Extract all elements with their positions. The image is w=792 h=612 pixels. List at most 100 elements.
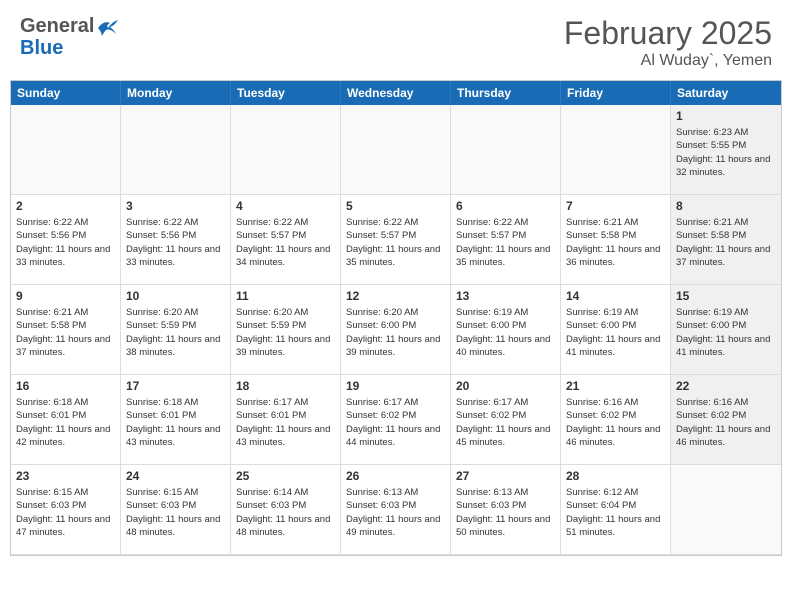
- calendar-cell: 7 Sunrise: 6:21 AM Sunset: 5:58 PM Daylig…: [561, 195, 671, 285]
- day-info: Sunrise: 6:21 AM Sunset: 5:58 PM Dayligh…: [676, 216, 776, 269]
- weekday-header: Wednesday: [341, 81, 451, 105]
- weekday-header: Saturday: [671, 81, 781, 105]
- day-number: 13: [456, 289, 555, 303]
- calendar-cell: 3 Sunrise: 6:22 AM Sunset: 5:56 PM Daylig…: [121, 195, 231, 285]
- day-number: 12: [346, 289, 445, 303]
- day-number: 25: [236, 469, 335, 483]
- day-number: 28: [566, 469, 665, 483]
- calendar: SundayMondayTuesdayWednesdayThursdayFrid…: [10, 80, 782, 556]
- calendar-cell: [231, 105, 341, 195]
- weekday-header: Sunday: [11, 81, 121, 105]
- day-number: 22: [676, 379, 776, 393]
- calendar-cell: 26 Sunrise: 6:13 AM Sunset: 6:03 PM Dayli…: [341, 465, 451, 555]
- calendar-cell: 13 Sunrise: 6:19 AM Sunset: 6:00 PM Dayli…: [451, 285, 561, 375]
- calendar-cell: 27 Sunrise: 6:13 AM Sunset: 6:03 PM Dayli…: [451, 465, 561, 555]
- day-info: Sunrise: 6:19 AM Sunset: 6:00 PM Dayligh…: [676, 306, 776, 359]
- calendar-cell: 16 Sunrise: 6:18 AM Sunset: 6:01 PM Dayli…: [11, 375, 121, 465]
- calendar-cell: 5 Sunrise: 6:22 AM Sunset: 5:57 PM Daylig…: [341, 195, 451, 285]
- day-number: 5: [346, 199, 445, 213]
- day-number: 6: [456, 199, 555, 213]
- day-number: 17: [126, 379, 225, 393]
- calendar-cell: 25 Sunrise: 6:14 AM Sunset: 6:03 PM Dayli…: [231, 465, 341, 555]
- day-info: Sunrise: 6:13 AM Sunset: 6:03 PM Dayligh…: [456, 486, 555, 539]
- calendar-header: SundayMondayTuesdayWednesdayThursdayFrid…: [11, 81, 781, 105]
- day-number: 24: [126, 469, 225, 483]
- calendar-cell: 15 Sunrise: 6:19 AM Sunset: 6:00 PM Dayli…: [671, 285, 781, 375]
- day-number: 1: [676, 109, 776, 123]
- day-number: 7: [566, 199, 665, 213]
- calendar-cell: [11, 105, 121, 195]
- calendar-cell: 20Sunrise: 6:17 AM Sunset: 6:02 PM Dayli…: [451, 375, 561, 465]
- day-number: 21: [566, 379, 665, 393]
- day-info: Sunrise: 6:15 AM Sunset: 6:03 PM Dayligh…: [16, 486, 115, 539]
- day-info: Sunrise: 6:15 AM Sunset: 6:03 PM Dayligh…: [126, 486, 225, 539]
- day-info: Sunrise: 6:22 AM Sunset: 5:57 PM Dayligh…: [456, 216, 555, 269]
- calendar-cell: 12 Sunrise: 6:20 AM Sunset: 6:00 PM Dayli…: [341, 285, 451, 375]
- day-number: 27: [456, 469, 555, 483]
- logo: General Blue: [20, 15, 118, 59]
- calendar-cell: 17 Sunrise: 6:18 AM Sunset: 6:01 PM Dayli…: [121, 375, 231, 465]
- calendar-cell: 28 Sunrise: 6:12 AM Sunset: 6:04 PM Dayli…: [561, 465, 671, 555]
- calendar-cell: 4Sunrise: 6:22 AM Sunset: 5:57 PM Daylig…: [231, 195, 341, 285]
- calendar-cell: [341, 105, 451, 195]
- day-info: Sunrise: 6:16 AM Sunset: 6:02 PM Dayligh…: [566, 396, 665, 449]
- calendar-cell: 22 Sunrise: 6:16 AM Sunset: 6:02 PM Dayli…: [671, 375, 781, 465]
- day-number: 14: [566, 289, 665, 303]
- calendar-cell: 24 Sunrise: 6:15 AM Sunset: 6:03 PM Dayli…: [121, 465, 231, 555]
- day-info: Sunrise: 6:17 AM Sunset: 6:02 PM Dayligh…: [346, 396, 445, 449]
- day-info: Sunrise: 6:20 AM Sunset: 5:59 PM Dayligh…: [236, 306, 335, 359]
- calendar-cell: 21 Sunrise: 6:16 AM Sunset: 6:02 PM Dayli…: [561, 375, 671, 465]
- day-number: 23: [16, 469, 115, 483]
- day-info: Sunrise: 6:23 AM Sunset: 5:55 PM Dayligh…: [676, 126, 776, 179]
- calendar-cell: 10 Sunrise: 6:20 AM Sunset: 5:59 PM Dayli…: [121, 285, 231, 375]
- day-info: Sunrise: 6:22 AM Sunset: 5:56 PM Dayligh…: [16, 216, 115, 269]
- calendar-body: 1 Sunrise: 6:23 AM Sunset: 5:55 PM Daylig…: [11, 105, 781, 555]
- weekday-header: Tuesday: [231, 81, 341, 105]
- day-number: 2: [16, 199, 115, 213]
- day-info: Sunrise: 6:19 AM Sunset: 6:00 PM Dayligh…: [566, 306, 665, 359]
- day-number: 26: [346, 469, 445, 483]
- calendar-cell: 2 Sunrise: 6:22 AM Sunset: 5:56 PM Daylig…: [11, 195, 121, 285]
- day-info: Sunrise: 6:18 AM Sunset: 6:01 PM Dayligh…: [126, 396, 225, 449]
- day-number: 4: [236, 199, 335, 213]
- day-info: Sunrise: 6:16 AM Sunset: 6:02 PM Dayligh…: [676, 396, 776, 449]
- weekday-header: Friday: [561, 81, 671, 105]
- day-info: Sunrise: 6:20 AM Sunset: 5:59 PM Dayligh…: [126, 306, 225, 359]
- calendar-cell: 8 Sunrise: 6:21 AM Sunset: 5:58 PM Daylig…: [671, 195, 781, 285]
- calendar-cell: 18 Sunrise: 6:17 AM Sunset: 6:01 PM Dayli…: [231, 375, 341, 465]
- day-number: 15: [676, 289, 776, 303]
- day-info: Sunrise: 6:17 AM Sunset: 6:01 PM Dayligh…: [236, 396, 335, 449]
- calendar-cell: 11 Sunrise: 6:20 AM Sunset: 5:59 PM Dayli…: [231, 285, 341, 375]
- weekday-header: Monday: [121, 81, 231, 105]
- day-info: Sunrise: 6:12 AM Sunset: 6:04 PM Dayligh…: [566, 486, 665, 539]
- calendar-cell: 6 Sunrise: 6:22 AM Sunset: 5:57 PM Daylig…: [451, 195, 561, 285]
- day-info: Sunrise: 6:14 AM Sunset: 6:03 PM Dayligh…: [236, 486, 335, 539]
- title-area: February 2025 Al Wuday`, Yemen: [564, 15, 772, 70]
- day-info: Sunrise: 6:18 AM Sunset: 6:01 PM Dayligh…: [16, 396, 115, 449]
- day-info: Sunrise: 6:22 AM Sunset: 5:56 PM Dayligh…: [126, 216, 225, 269]
- day-info: Sunrise: 6:22 AM Sunset: 5:57 PM Dayligh…: [346, 216, 445, 269]
- day-number: 10: [126, 289, 225, 303]
- month-title: February 2025: [564, 15, 772, 52]
- location: Al Wuday`, Yemen: [564, 52, 772, 70]
- calendar-cell: [451, 105, 561, 195]
- day-info: Sunrise: 6:20 AM Sunset: 6:00 PM Dayligh…: [346, 306, 445, 359]
- day-number: 18: [236, 379, 335, 393]
- day-info: Sunrise: 6:21 AM Sunset: 5:58 PM Dayligh…: [16, 306, 115, 359]
- day-number: 9: [16, 289, 115, 303]
- day-number: 20: [456, 379, 555, 393]
- calendar-cell: 9 Sunrise: 6:21 AM Sunset: 5:58 PM Daylig…: [11, 285, 121, 375]
- day-number: 3: [126, 199, 225, 213]
- day-number: 8: [676, 199, 776, 213]
- day-number: 11: [236, 289, 335, 303]
- calendar-cell: 23 Sunrise: 6:15 AM Sunset: 6:03 PM Dayli…: [11, 465, 121, 555]
- day-info: Sunrise: 6:19 AM Sunset: 6:00 PM Dayligh…: [456, 306, 555, 359]
- calendar-cell: 1 Sunrise: 6:23 AM Sunset: 5:55 PM Daylig…: [671, 105, 781, 195]
- calendar-cell: [671, 465, 781, 555]
- day-info: Sunrise: 6:13 AM Sunset: 6:03 PM Dayligh…: [346, 486, 445, 539]
- calendar-cell: [121, 105, 231, 195]
- day-info: Sunrise: 6:21 AM Sunset: 5:58 PM Dayligh…: [566, 216, 665, 269]
- calendar-cell: 14 Sunrise: 6:19 AM Sunset: 6:00 PM Dayli…: [561, 285, 671, 375]
- day-number: 16: [16, 379, 115, 393]
- day-number: 19: [346, 379, 445, 393]
